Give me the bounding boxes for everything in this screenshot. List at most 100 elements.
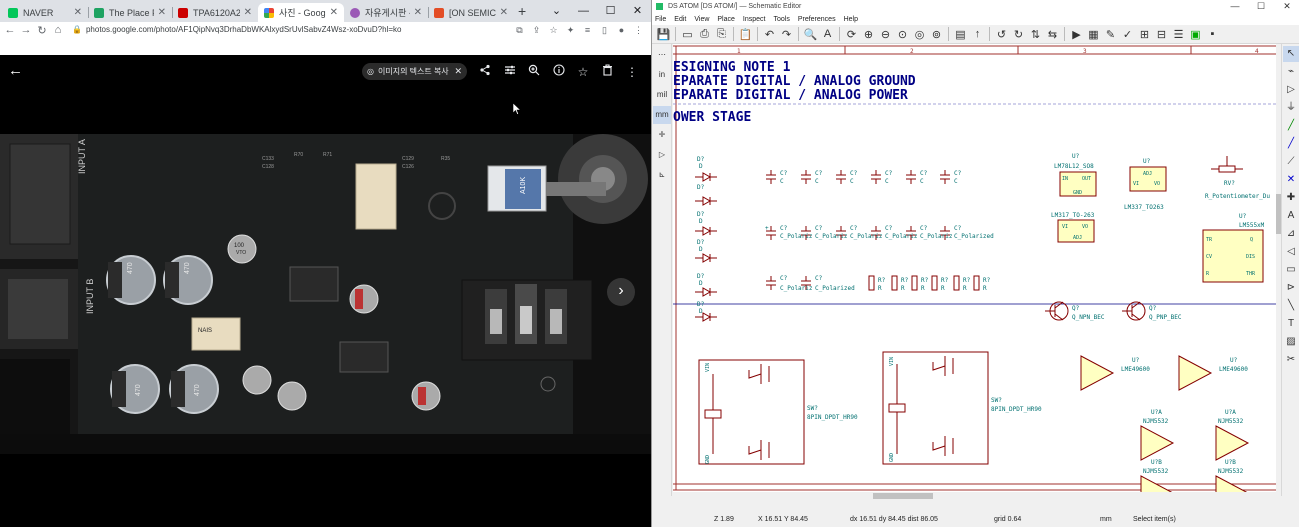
- close-window-icon[interactable]: ✕: [624, 0, 651, 22]
- graphic-line-icon[interactable]: ╲: [1283, 298, 1299, 314]
- footprint-assign-icon[interactable]: ⊟: [1153, 26, 1170, 43]
- minimize-icon[interactable]: —: [1222, 0, 1248, 13]
- favorite-star-icon[interactable]: ☆: [575, 64, 591, 80]
- delete-icon[interactable]: [599, 64, 615, 80]
- extensions-icon[interactable]: ✦: [563, 25, 578, 36]
- junction-icon[interactable]: ✚: [1283, 190, 1299, 206]
- add-bus-icon[interactable]: ╱: [1283, 136, 1299, 152]
- next-photo-button[interactable]: ›: [607, 278, 635, 306]
- more-options-icon[interactable]: ⋮: [624, 64, 640, 80]
- netlist-icon[interactable]: ⊞: [1136, 26, 1153, 43]
- maximize-icon[interactable]: ☐: [1248, 0, 1274, 13]
- zoom-selection-icon[interactable]: ⊚: [928, 26, 945, 43]
- units-mm[interactable]: mm: [653, 106, 671, 124]
- menu-edit[interactable]: Edit: [674, 16, 686, 23]
- grid-toggle-icon[interactable]: ⋯: [653, 46, 671, 64]
- menu-inspect[interactable]: Inspect: [743, 16, 766, 23]
- tab-google-photos[interactable]: 사진 - Google 포토 ✕: [258, 3, 344, 22]
- find-replace-icon[interactable]: A: [819, 26, 836, 43]
- page-settings-icon[interactable]: ▭: [679, 26, 696, 43]
- find-icon[interactable]: 🔍: [802, 26, 819, 43]
- reload-icon[interactable]: ↻: [34, 24, 50, 37]
- close-icon[interactable]: ✕: [330, 7, 338, 18]
- hidden-pins-icon[interactable]: ▷: [653, 146, 671, 164]
- hierarchy-icon[interactable]: ▤: [952, 26, 969, 43]
- units-inches[interactable]: in: [653, 66, 671, 84]
- global-label-icon[interactable]: ⊿: [1283, 226, 1299, 242]
- copy-image-text-chip[interactable]: ◎ 이미지의 텍스트 복사 ✕: [362, 63, 467, 80]
- text-icon[interactable]: T: [1283, 316, 1299, 332]
- pcb-editor-icon[interactable]: ▣: [1187, 26, 1204, 43]
- reading-list-icon[interactable]: ≡: [580, 25, 595, 35]
- line-mode-icon[interactable]: ⊾: [653, 166, 671, 184]
- close-icon[interactable]: ✕: [244, 7, 252, 18]
- close-window-icon[interactable]: ✕: [1274, 0, 1299, 13]
- paste-icon[interactable]: 📋: [737, 26, 754, 43]
- url-field[interactable]: 🔒 photos.google.com/photo/AF1QipNvq3DrhaD…: [72, 23, 508, 37]
- profile-icon[interactable]: ●: [614, 25, 629, 35]
- close-icon[interactable]: ✕: [74, 7, 82, 18]
- mirror-v-icon[interactable]: ⇅: [1027, 26, 1044, 43]
- side-panel-icon[interactable]: ▯: [597, 25, 612, 36]
- menu-preferences[interactable]: Preferences: [798, 16, 836, 23]
- share-icon[interactable]: ⇪: [529, 25, 544, 36]
- scripting-console-icon[interactable]: ▪: [1204, 26, 1221, 43]
- menu-icon[interactable]: ⋮: [631, 25, 646, 36]
- schematic-canvas[interactable]: 1 2 3 4 ESIGNING NOTE 1 EPARATE DIGITAL …: [673, 44, 1282, 492]
- add-symbol-icon[interactable]: ▷: [1283, 82, 1299, 98]
- rotate-cw-icon[interactable]: ↻: [1010, 26, 1027, 43]
- zoom-in-icon[interactable]: [526, 64, 542, 80]
- zoom-fit-icon[interactable]: ⊙: [894, 26, 911, 43]
- tab-tpa6120[interactable]: TPA6120A2 High F ✕: [172, 3, 258, 22]
- units-mils[interactable]: mil: [653, 86, 671, 104]
- undo-icon[interactable]: ↶: [761, 26, 778, 43]
- menu-file[interactable]: File: [655, 16, 666, 23]
- bom-icon[interactable]: ☰: [1170, 26, 1187, 43]
- sheet-icon[interactable]: ▭: [1283, 262, 1299, 278]
- forward-icon[interactable]: →: [18, 24, 34, 36]
- close-icon[interactable]: ✕: [414, 7, 422, 18]
- add-power-icon[interactable]: ⏚: [1283, 100, 1299, 116]
- close-icon[interactable]: ✕: [158, 7, 166, 18]
- horizontal-scrollbar[interactable]: [673, 492, 1282, 500]
- close-icon[interactable]: ✕: [500, 7, 508, 18]
- zoom-out-icon[interactable]: ⊖: [877, 26, 894, 43]
- tab-free-board[interactable]: 자유게시판 - 엠디 ✕: [344, 3, 428, 22]
- select-tool-icon[interactable]: ↖: [1283, 46, 1299, 62]
- leave-sheet-icon[interactable]: ↑: [969, 26, 986, 43]
- symbol-editor-icon[interactable]: ▶: [1068, 26, 1085, 43]
- maximize-icon[interactable]: ☐: [597, 0, 624, 22]
- mirror-h-icon[interactable]: ⇆: [1044, 26, 1061, 43]
- annotate-icon[interactable]: ✎: [1102, 26, 1119, 43]
- rotate-ccw-icon[interactable]: ↺: [993, 26, 1010, 43]
- hier-label-icon[interactable]: ◁: [1283, 244, 1299, 260]
- lock-icon[interactable]: 🔒: [72, 25, 82, 34]
- photo-back-icon[interactable]: ←: [8, 62, 23, 79]
- image-icon[interactable]: ▨: [1283, 334, 1299, 350]
- bus-entry-icon[interactable]: ⟋: [1283, 154, 1299, 170]
- install-icon[interactable]: ⧉: [512, 25, 527, 36]
- menu-view[interactable]: View: [694, 16, 709, 23]
- tab-naver[interactable]: NAVER ✕: [2, 3, 88, 22]
- bookmark-star-icon[interactable]: ☆: [546, 25, 561, 36]
- tab-on-semi[interactable]: [ON SEMICONDUC ✕: [428, 3, 514, 22]
- info-icon[interactable]: [551, 64, 567, 80]
- add-wire-icon[interactable]: ╱: [1283, 118, 1299, 134]
- chip-close-icon[interactable]: ✕: [454, 66, 462, 77]
- redo-icon[interactable]: ↷: [778, 26, 795, 43]
- cursor-shape-icon[interactable]: ✛: [653, 126, 671, 144]
- new-tab-button[interactable]: +: [518, 3, 526, 19]
- highlight-net-icon[interactable]: ⌁: [1283, 64, 1299, 80]
- delete-tool-icon[interactable]: ✂: [1283, 352, 1299, 368]
- print-icon[interactable]: ⎙: [696, 26, 713, 43]
- menu-place[interactable]: Place: [717, 16, 735, 23]
- minimize-icon[interactable]: —: [570, 0, 597, 22]
- symbol-browser-icon[interactable]: ▦: [1085, 26, 1102, 43]
- refresh-icon[interactable]: ⟳: [843, 26, 860, 43]
- save-icon[interactable]: 💾: [655, 26, 672, 43]
- tab-search-icon[interactable]: ⌄: [543, 0, 570, 22]
- erc-icon[interactable]: ✓: [1119, 26, 1136, 43]
- edit-adjust-icon[interactable]: [502, 64, 518, 80]
- label-icon[interactable]: A: [1283, 208, 1299, 224]
- back-icon[interactable]: ←: [2, 24, 18, 36]
